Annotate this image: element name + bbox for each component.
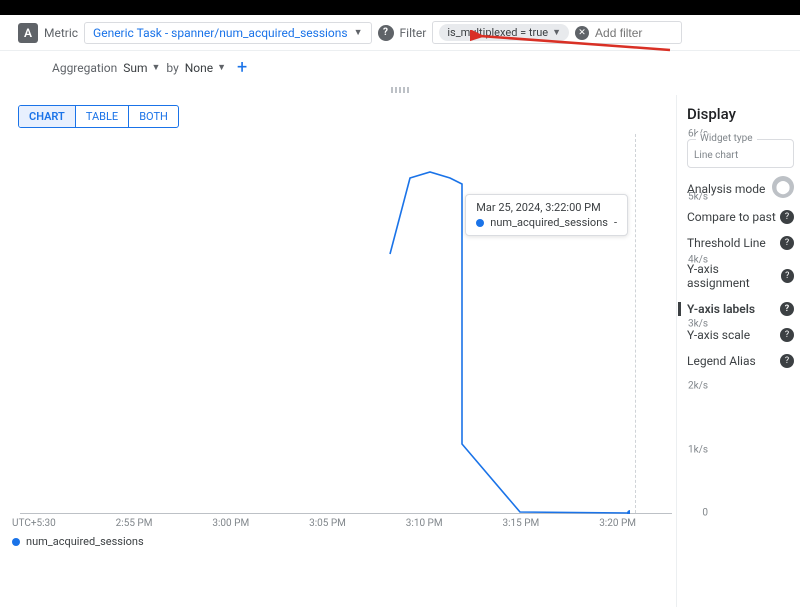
help-icon[interactable]: ? bbox=[780, 302, 794, 316]
filter-label: Filter bbox=[400, 26, 427, 40]
query-row-aggregation: Aggregation Sum ▼ by None ▼ + bbox=[0, 51, 800, 85]
xtick: 3:05 PM bbox=[309, 518, 346, 529]
line-series bbox=[20, 134, 630, 514]
xtick: 2:55 PM bbox=[116, 518, 153, 529]
aggregation-fn-dropdown[interactable]: Sum ▼ bbox=[123, 61, 160, 75]
x-axis: UTC+5:30 2:55 PM 3:00 PM 3:05 PM 3:10 PM… bbox=[12, 518, 672, 529]
tab-chart[interactable]: CHART bbox=[19, 106, 76, 127]
caret-down-icon: ▼ bbox=[151, 62, 160, 73]
window-titlebar bbox=[0, 0, 800, 15]
ytick: 4k/s bbox=[688, 255, 708, 266]
xtick: 3:00 PM bbox=[212, 518, 249, 529]
remove-filter-icon[interactable]: ✕ bbox=[575, 26, 589, 40]
y-axis-guide bbox=[635, 134, 636, 513]
hover-tooltip: Mar 25, 2024, 3:22:00 PM num_acquired_se… bbox=[465, 194, 628, 236]
help-icon[interactable]: ? bbox=[780, 210, 794, 224]
caret-down-icon: ▼ bbox=[552, 27, 561, 38]
drag-handle-icon[interactable] bbox=[391, 87, 409, 93]
aggregation-by-label: by bbox=[166, 61, 178, 75]
y-axis-right: 6k/s 5k/s 4k/s 3k/s 2k/s 1k/s 0 bbox=[674, 134, 708, 513]
xtick: 3:15 PM bbox=[502, 518, 539, 529]
ytick: 2k/s bbox=[688, 381, 708, 392]
caret-down-icon: ▼ bbox=[217, 62, 226, 73]
query-row-metric: A Metric Generic Task - spanner/num_acqu… bbox=[0, 15, 800, 51]
view-mode-tabs: CHART TABLE BOTH bbox=[18, 105, 179, 128]
xtick: 3:10 PM bbox=[406, 518, 443, 529]
widget-type-value: Line chart bbox=[694, 150, 738, 161]
filter-chip-is-multiplexed[interactable]: is_multiplexed = true ▼ bbox=[439, 24, 569, 41]
legend[interactable]: num_acquired_sessions bbox=[12, 535, 672, 548]
add-aggregation-button[interactable]: + bbox=[232, 57, 252, 78]
ytick: 3k/s bbox=[688, 318, 708, 329]
help-icon[interactable]: ? bbox=[780, 236, 794, 250]
aggregation-group-value: None bbox=[185, 61, 213, 75]
tab-table[interactable]: TABLE bbox=[76, 106, 129, 127]
help-icon[interactable]: ? bbox=[781, 269, 794, 283]
tooltip-series: num_acquired_sessions bbox=[490, 216, 608, 229]
legend-series-name: num_acquired_sessions bbox=[26, 535, 144, 548]
tooltip-value: - bbox=[614, 216, 617, 229]
tooltip-time: Mar 25, 2024, 3:22:00 PM bbox=[476, 201, 617, 214]
series-badge-a[interactable]: A bbox=[18, 23, 38, 43]
ytick: 0 bbox=[702, 508, 708, 519]
help-icon[interactable]: ? bbox=[780, 354, 794, 368]
sidebar-title: Display bbox=[687, 105, 794, 123]
series-dot-icon bbox=[12, 538, 20, 546]
caret-down-icon: ▼ bbox=[354, 27, 363, 38]
add-filter-input[interactable] bbox=[595, 26, 675, 40]
plot-area[interactable]: 6k/s 5k/s 4k/s 3k/s 2k/s 1k/s 0 Mar 25, … bbox=[20, 134, 672, 514]
ytick: 5k/s bbox=[688, 191, 708, 202]
aggregation-fn-value: Sum bbox=[123, 61, 147, 75]
help-icon[interactable]: ? bbox=[378, 25, 394, 41]
chart-panel: CHART TABLE BOTH 6k/s 5k/s 4k/s 3k/s 2k/… bbox=[0, 95, 676, 607]
tab-both[interactable]: BOTH bbox=[129, 106, 178, 127]
timezone-label: UTC+5:30 bbox=[12, 518, 56, 529]
metric-label: Metric bbox=[44, 26, 78, 40]
xtick: 3:20 PM bbox=[599, 518, 636, 529]
metric-value: Generic Task - spanner/num_acquired_sess… bbox=[93, 26, 348, 40]
filter-chip-text: is_multiplexed = true bbox=[447, 26, 548, 39]
ytick: 1k/s bbox=[688, 444, 708, 455]
aggregation-group-dropdown[interactable]: None ▼ bbox=[185, 61, 226, 75]
metric-picker[interactable]: Generic Task - spanner/num_acquired_sess… bbox=[84, 22, 372, 44]
widget-type-select[interactable]: Widget type Line chart bbox=[687, 139, 794, 168]
filter-box[interactable]: is_multiplexed = true ▼ ✕ bbox=[432, 21, 682, 44]
help-icon[interactable]: ? bbox=[780, 328, 794, 342]
avatar-icon[interactable]: ⬤ bbox=[772, 176, 794, 198]
aggregation-label: Aggregation bbox=[52, 61, 117, 75]
widget-type-label: Widget type bbox=[696, 133, 757, 144]
series-dot-icon bbox=[476, 219, 484, 227]
